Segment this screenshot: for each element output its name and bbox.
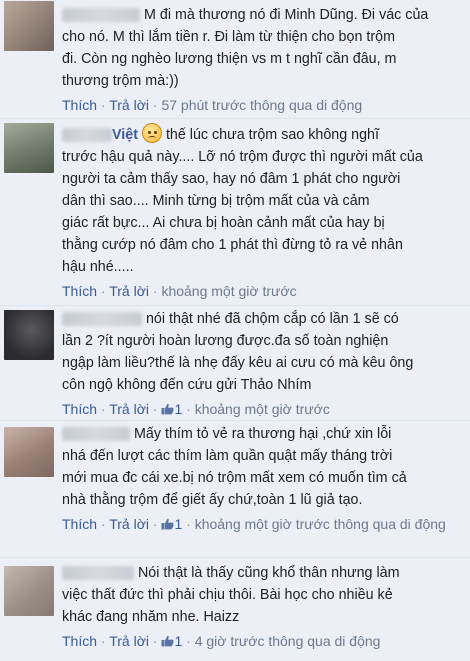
avatar[interactable] — [4, 427, 54, 477]
avatar[interactable] — [4, 310, 54, 360]
comment-text: Việt thế lúc chưa trộm sao không nghĩ tr… — [62, 123, 464, 278]
comment: M đi mà thương nó đi Minh Dũng. Đi vác c… — [0, 0, 470, 119]
reply-link[interactable]: Trả lời — [109, 516, 149, 532]
thumbs-up-icon — [161, 635, 175, 647]
like-count[interactable]: 1 — [161, 633, 182, 649]
comment-text: nói thật nhé đã chộm cắp có lần 1 sẽ có … — [62, 311, 414, 393]
reply-link[interactable]: Trả lời — [109, 401, 149, 417]
timestamp[interactable]: 57 phút trước thông qua di động — [161, 97, 362, 113]
like-link[interactable]: Thích — [62, 283, 97, 299]
comment: nói thật nhé đã chộm cắp có lần 1 sẽ có … — [0, 306, 470, 421]
comment-actions: Thích · Trả lời · 1 · khoảng một giờ trư… — [62, 516, 446, 532]
avatar[interactable] — [4, 566, 54, 616]
comment-thread: M đi mà thương nó đi Minh Dũng. Đi vác c… — [0, 0, 470, 661]
thumbs-up-icon — [161, 518, 175, 530]
like-link[interactable]: Thích — [62, 97, 97, 113]
comment: Việt thế lúc chưa trộm sao không nghĩ tr… — [0, 119, 470, 306]
like-link[interactable]: Thích — [62, 401, 97, 417]
reply-link[interactable]: Trả lời — [109, 283, 149, 299]
avatar[interactable] — [4, 1, 54, 51]
comment-text: Nói thật là thấy cũng khổ thân nhưng làm… — [62, 565, 400, 625]
comment-text: M đi mà thương nó đi Minh Dũng. Đi vác c… — [62, 7, 429, 89]
like-count[interactable]: 1 — [161, 401, 182, 417]
timestamp[interactable]: khoảng một giờ trước thông qua di động — [195, 516, 446, 532]
timestamp[interactable]: 4 giờ trước thông qua di động — [195, 633, 381, 649]
commenter-name[interactable]: Việt — [112, 127, 138, 143]
comment-actions: Thích · Trả lời · 1 · khoảng một giờ trư… — [62, 401, 330, 417]
thumbs-up-icon — [161, 403, 175, 415]
like-link[interactable]: Thích — [62, 633, 97, 649]
blurred-name — [62, 8, 140, 23]
reply-link[interactable]: Trả lời — [109, 633, 149, 649]
blurred-name — [62, 566, 134, 581]
avatar[interactable] — [4, 123, 54, 173]
blurred-name — [62, 128, 112, 143]
comment-actions: Thích · Trả lời · khoảng một giờ trước — [62, 283, 297, 299]
timestamp[interactable]: khoảng một giờ trước — [161, 283, 296, 299]
timestamp[interactable]: khoảng một giờ trước — [195, 401, 330, 417]
smiley-icon — [141, 123, 162, 143]
comment-actions: Thích · Trả lời · 57 phút trước thông qu… — [62, 97, 363, 113]
comment: Mấy thím tỏ vẻ ra thương hại ,chứ xin lỗ… — [0, 421, 470, 558]
like-count[interactable]: 1 — [161, 516, 182, 532]
comment: Nói thật là thấy cũng khổ thân nhưng làm… — [0, 558, 470, 661]
blurred-name — [62, 427, 130, 442]
reply-link[interactable]: Trả lời — [109, 97, 149, 113]
blurred-name — [62, 312, 142, 327]
comment-actions: Thích · Trả lời · 1 · 4 giờ trước thông … — [62, 633, 381, 649]
comment-text: Mấy thím tỏ vẻ ra thương hại ,chứ xin lỗ… — [62, 426, 407, 508]
like-link[interactable]: Thích — [62, 516, 97, 532]
